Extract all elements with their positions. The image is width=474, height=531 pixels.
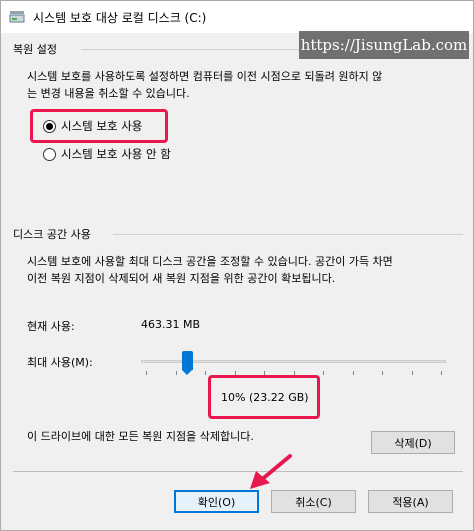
slider-tick	[411, 371, 413, 375]
window-title: 시스템 보호 대상 로컬 디스크 (C:)	[33, 11, 207, 25]
footer-divider	[13, 471, 463, 472]
max-usage-value: 10% (23.22 GB)	[221, 391, 309, 404]
current-usage-value: 463.31 MB	[141, 318, 201, 331]
restore-description-line2: 는 변경 내용을 취소할 수 있습니다.	[27, 87, 190, 100]
max-usage-label: 최대 사용(M):	[27, 356, 93, 369]
ok-button[interactable]: 확인(O)	[174, 490, 259, 513]
slider-tick	[382, 371, 383, 375]
slider-tick	[441, 371, 442, 375]
radio-enable-label: 시스템 보호 사용	[61, 119, 143, 133]
disk-usage-description-line1: 시스템 보호에 사용할 최대 디스크 공간을 조정할 수 있습니다. 공간이 가…	[27, 255, 393, 268]
radio-disable-label: 시스템 보호 사용 안 함	[61, 147, 171, 161]
radio-enable-protection[interactable]: 시스템 보호 사용	[43, 118, 142, 134]
slider-tick	[205, 371, 206, 375]
slider-tick	[323, 371, 324, 375]
apply-button[interactable]: 적용(A)	[368, 490, 453, 513]
radio-checked-icon	[43, 119, 56, 133]
arrow-annotation-icon	[250, 454, 292, 489]
disk-usage-description-line2: 이전 복원 지점이 삭제되어 새 복원 지점을 위한 공간이 확보됩니다.	[27, 272, 336, 285]
max-usage-slider-thumb[interactable]	[182, 351, 193, 375]
slider-tick	[146, 371, 147, 375]
delete-description: 이 드라이브에 대한 모든 복원 지점을 삭제합니다.	[27, 430, 254, 443]
system-protection-dialog: 시스템 보호 대상 로컬 디스크 (C:) https://JisungLab.…	[0, 0, 474, 531]
delete-button[interactable]: 삭제(D)	[371, 431, 455, 454]
restore-settings-label: 복원 설정	[13, 43, 57, 56]
restore-description-line1: 시스템 보호를 사용하도록 설정하면 컴퓨터를 이전 시점으로 되돌려 원하지 …	[27, 70, 383, 83]
slider-tick	[175, 371, 177, 375]
title-bar: 시스템 보호 대상 로컬 디스크 (C:)	[1, 1, 473, 33]
cancel-button[interactable]: 취소(C)	[271, 490, 356, 513]
group-divider	[81, 49, 299, 50]
restore-description: 시스템 보호를 사용하도록 설정하면 컴퓨터를 이전 시점으로 되돌려 원하지 …	[27, 68, 382, 102]
group-divider	[113, 234, 463, 235]
current-usage-label: 현재 사용:	[27, 320, 75, 333]
radio-disable-protection[interactable]: 시스템 보호 사용 안 함	[43, 146, 171, 162]
slider-tick	[352, 371, 354, 375]
disk-usage-description: 시스템 보호에 사용할 최대 디스크 공간을 조정할 수 있습니다. 공간이 가…	[27, 253, 393, 287]
disk-usage-label: 디스크 공간 사용	[13, 228, 91, 241]
watermark: https://JisungLab.com	[299, 31, 469, 59]
radio-unchecked-icon	[43, 147, 56, 161]
drive-icon	[9, 11, 25, 23]
